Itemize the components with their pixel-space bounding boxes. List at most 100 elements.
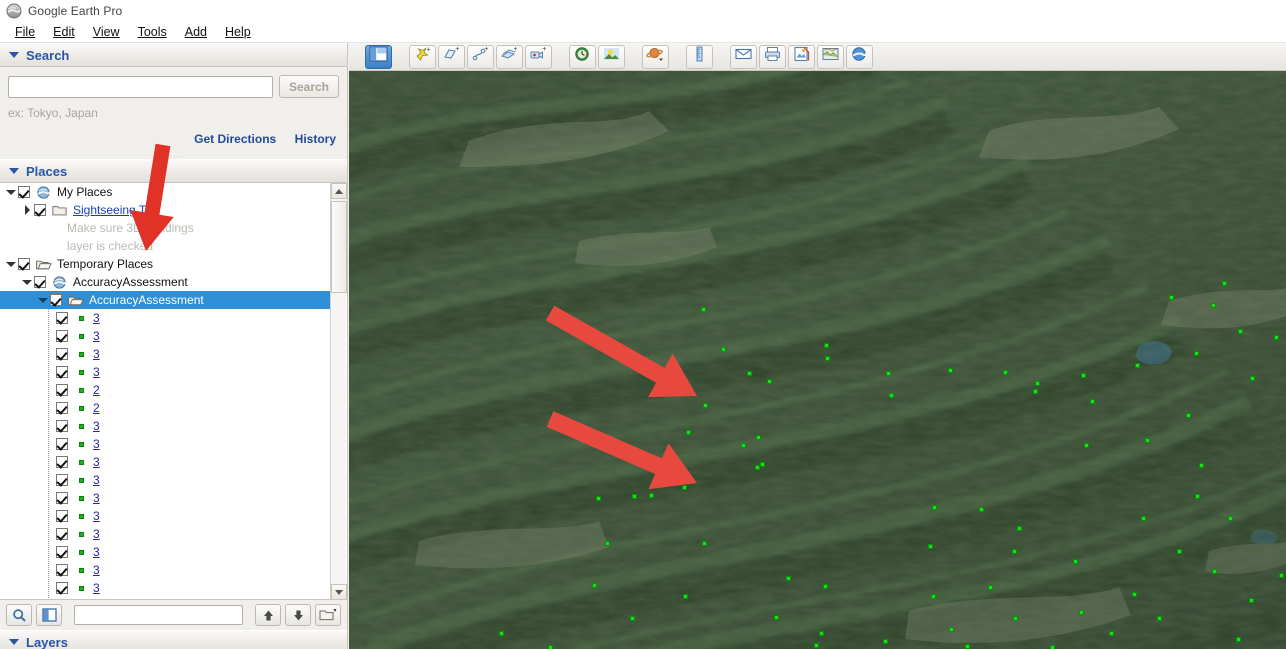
places-filter-input[interactable] [74,605,243,625]
map-viewport[interactable]: + + + + + [349,43,1286,649]
placemark-row[interactable]: 2 [0,381,330,399]
map-placemark-marker[interactable] [630,616,635,621]
search-button[interactable]: Search [279,75,339,98]
map-placemark-marker[interactable] [1050,645,1055,649]
map-placemark-marker[interactable] [1079,610,1084,615]
placemark-row[interactable]: 3 [0,525,330,543]
map-placemark-marker[interactable] [1013,616,1018,621]
map-placemark-marker[interactable] [592,583,597,588]
placemark-row[interactable]: 3 [0,561,330,579]
map-placemark-marker[interactable] [649,493,654,498]
split-view-icon[interactable] [36,604,62,626]
map-placemark-marker[interactable] [1084,443,1089,448]
map-placemark-marker[interactable] [1141,516,1146,521]
map-placemark-marker[interactable] [786,576,791,581]
view-in-maps-button[interactable] [817,44,844,69]
placemark-row[interactable]: 3 [0,327,330,345]
placemark-row[interactable]: 3 [0,507,330,525]
placemark-checkbox[interactable] [56,474,68,486]
map-placemark-marker[interactable] [948,368,953,373]
places-section-header[interactable]: Places [0,159,347,183]
map-placemark-marker[interactable] [1169,295,1174,300]
placemark-checkbox[interactable] [56,510,68,522]
menu-help[interactable]: Help [216,24,260,41]
placemark-row[interactable]: 3 [0,435,330,453]
triangle-down-icon[interactable] [36,291,50,309]
email-button[interactable] [730,44,757,69]
map-placemark-marker[interactable] [889,393,894,398]
map-placemark-marker[interactable] [1212,569,1217,574]
map-placemark-marker[interactable] [1211,303,1216,308]
placemark-checkbox[interactable] [56,420,68,432]
map-placemark-marker[interactable] [1035,381,1040,386]
menu-add[interactable]: Add [176,24,216,41]
map-placemark-marker[interactable] [949,627,954,632]
map-placemark-marker[interactable] [1135,363,1140,368]
placemark-checkbox[interactable] [56,564,68,576]
placemark-row[interactable]: 3 [0,579,330,597]
map-placemark-marker[interactable] [1186,413,1191,418]
map-placemark-marker[interactable] [703,403,708,408]
map-placemark-marker[interactable] [1132,592,1137,597]
menu-tools[interactable]: Tools [129,24,176,41]
map-placemark-marker[interactable] [988,585,993,590]
map-placemark-marker[interactable] [1012,549,1017,554]
tree-node-layer-is-checked[interactable]: layer is checked [0,237,330,255]
map-placemark-marker[interactable] [1199,463,1204,468]
tree-node-checkbox[interactable] [34,276,46,288]
map-placemark-marker[interactable] [1157,616,1162,621]
map-placemark-marker[interactable] [596,496,601,501]
map-placemark-marker[interactable] [1250,376,1255,381]
placemark-checkbox[interactable] [56,492,68,504]
tree-node-temporary-places[interactable]: Temporary Places [0,255,330,273]
placemark-checkbox[interactable] [56,330,68,342]
map-placemark-marker[interactable] [1003,370,1008,375]
map-placemark-marker[interactable] [647,462,652,467]
placemark-row[interactable]: 3 [0,417,330,435]
map-placemark-marker[interactable] [605,541,610,546]
print-button[interactable] [759,44,786,69]
tree-node-accuracyassessment[interactable]: AccuracyAssessment [0,273,330,291]
placemark-checkbox[interactable] [56,402,68,414]
tree-node-sightseeing-tou[interactable]: Sightseeing Tou [0,201,330,219]
map-placemark-marker[interactable] [1033,389,1038,394]
placemark-checkbox[interactable] [56,456,68,468]
tree-node-make-sure-3d-buildings[interactable]: Make sure 3D Buildings [0,219,330,237]
placemark-checkbox[interactable] [56,438,68,450]
search-section-header[interactable]: Search [0,43,347,67]
placemark-checkbox[interactable] [56,366,68,378]
tree-node-checkbox[interactable] [34,204,46,216]
map-placemark-marker[interactable] [1249,598,1254,603]
tree-node-checkbox[interactable] [50,294,62,306]
ruler-button[interactable] [686,44,713,69]
placemark-row[interactable]: 3 [0,363,330,381]
map-placemark-marker[interactable] [1177,549,1182,554]
search-input[interactable] [8,75,273,98]
scrollbar-thumb[interactable] [331,201,347,293]
map-placemark-marker[interactable] [721,347,726,352]
map-placemark-marker[interactable] [702,541,707,546]
placemark-checkbox[interactable] [56,582,68,594]
tree-node-checkbox[interactable] [18,258,30,270]
map-placemark-marker[interactable] [931,594,936,599]
map-placemark-marker[interactable] [747,371,752,376]
placemark-row[interactable]: 3 [0,543,330,561]
map-placemark-marker[interactable] [932,505,937,510]
add-path-button[interactable]: + [467,44,494,69]
triangle-right-icon[interactable] [20,201,34,219]
menu-view[interactable]: View [84,24,129,41]
map-placemark-marker[interactable] [824,343,829,348]
map-placemark-marker[interactable] [499,631,504,636]
placemark-row[interactable]: 3 [0,471,330,489]
map-placemark-marker[interactable] [1228,516,1233,521]
map-placemark-marker[interactable] [1194,351,1199,356]
planet-switch-button[interactable] [642,44,669,69]
menu-edit[interactable]: Edit [44,24,84,41]
map-placemark-marker[interactable] [755,465,760,470]
scroll-up-arrow-icon[interactable] [331,183,347,199]
placemark-checkbox[interactable] [56,348,68,360]
placemark-row[interactable]: 2 [0,399,330,417]
map-placemark-marker[interactable] [883,639,888,644]
folder-dropdown-icon[interactable] [315,604,341,626]
tree-node-checkbox[interactable] [18,186,30,198]
